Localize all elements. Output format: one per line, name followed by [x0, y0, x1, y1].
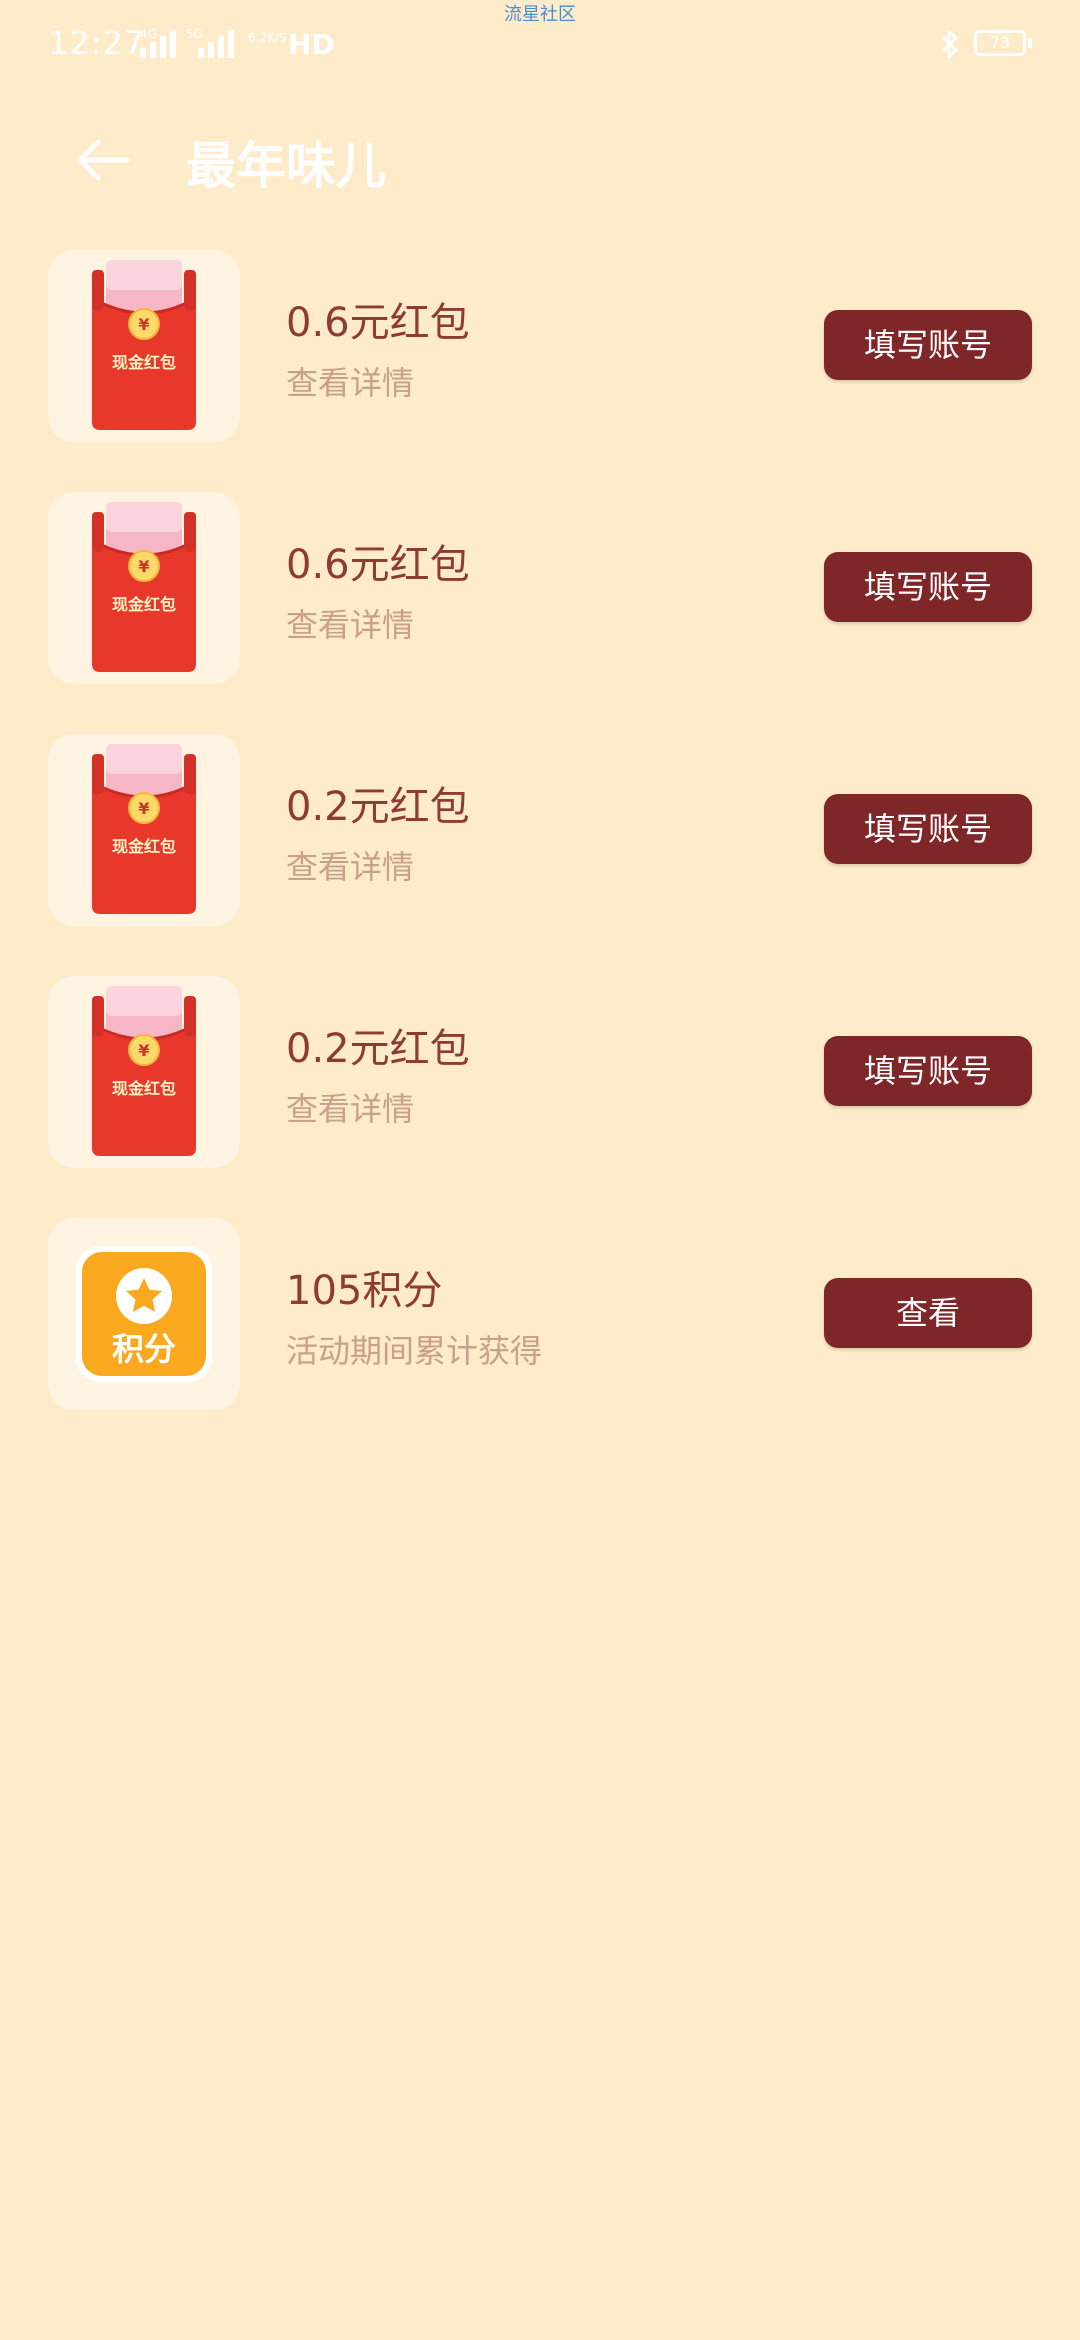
red-envelope-icon: ¥ 现金红包	[92, 986, 196, 1156]
points-icon-label: 积分	[112, 1330, 176, 1368]
red-envelope-thumbnail: ¥ 现金红包	[48, 976, 240, 1168]
fill-account-button[interactable]: 填写账号	[824, 552, 1032, 622]
red-envelope-thumbnail: ¥ 现金红包	[48, 492, 240, 684]
yuan-symbol: ¥	[138, 315, 149, 334]
yuan-symbol: ¥	[138, 799, 149, 818]
fill-account-button[interactable]: 填写账号	[824, 1036, 1032, 1106]
signal-icon	[198, 30, 234, 58]
fill-account-button[interactable]: 填写账号	[824, 310, 1032, 380]
bluetooth-icon	[941, 29, 958, 59]
points-subtitle: 活动期间累计获得	[286, 1332, 543, 1370]
list-item: ¥ 现金红包 0.6元红包 查看详情 填写账号	[0, 250, 1080, 492]
red-envelope-icon: ¥ 现金红包	[92, 260, 196, 430]
reward-list: ¥ 现金红包 0.6元红包 查看详情 填写账号 ¥ 现金红包 0.6元红包 查看…	[0, 250, 1080, 1460]
red-envelope-thumbnail: ¥ 现金红包	[48, 250, 240, 442]
header: 最年味儿	[0, 110, 1080, 210]
points-badge: 积分	[76, 1246, 212, 1382]
item-title: 0.6元红包	[286, 300, 470, 346]
status-bar: 流星社区 12:27 4G 5G 6.2K/S HD 73	[0, 0, 1080, 90]
item-title: 0.2元红包	[286, 784, 470, 830]
cash-envelope-label: 现金红包	[112, 595, 176, 614]
item-title: 0.6元红包	[286, 542, 470, 588]
yuan-symbol: ¥	[138, 1041, 149, 1060]
yuan-symbol: ¥	[138, 557, 149, 576]
points-icon-bg: 积分	[82, 1252, 206, 1376]
cash-envelope-label: 现金红包	[112, 837, 176, 856]
red-envelope-icon: ¥ 现金红包	[92, 744, 196, 914]
battery-cap	[1028, 38, 1032, 48]
list-item: ¥ 现金红包 0.2元红包 查看详情 填写账号	[0, 734, 1080, 976]
network-type-label: 4G	[140, 27, 157, 41]
view-details-link[interactable]: 查看详情	[286, 842, 414, 888]
fill-account-button[interactable]: 填写账号	[824, 794, 1032, 864]
view-details-link[interactable]: 查看详情	[286, 358, 414, 404]
watermark-text: 流星社区	[504, 4, 576, 25]
network-type-label: 5G	[186, 27, 203, 41]
points-title: 105积分	[286, 1268, 443, 1314]
cash-envelope-label: 现金红包	[112, 1079, 176, 1098]
star-icon: 积分	[112, 1268, 176, 1368]
item-title: 0.2元红包	[286, 1026, 470, 1072]
battery-level: 73	[989, 33, 1011, 52]
status-time: 12:27	[48, 24, 146, 62]
view-button[interactable]: 查看	[824, 1278, 1032, 1348]
network-speed: 6.2K/S	[248, 31, 287, 45]
cash-envelope-label: 现金红包	[112, 353, 176, 372]
red-envelope-thumbnail: ¥ 现金红包	[48, 734, 240, 926]
page-title: 最年味儿	[186, 137, 386, 195]
view-details-link[interactable]: 查看详情	[286, 1084, 414, 1130]
red-envelope-icon: ¥ 现金红包	[92, 502, 196, 672]
points-thumbnail: 积分	[48, 1218, 240, 1410]
back-arrow-icon[interactable]	[70, 130, 140, 190]
list-item-points: 积分 105积分 活动期间累计获得 查看	[0, 1218, 1080, 1460]
hd-indicator: HD	[288, 28, 335, 61]
battery-icon: 73	[974, 30, 1026, 56]
list-item: ¥ 现金红包 0.6元红包 查看详情 填写账号	[0, 492, 1080, 734]
list-item: ¥ 现金红包 0.2元红包 查看详情 填写账号	[0, 976, 1080, 1218]
view-details-link[interactable]: 查看详情	[286, 600, 414, 646]
